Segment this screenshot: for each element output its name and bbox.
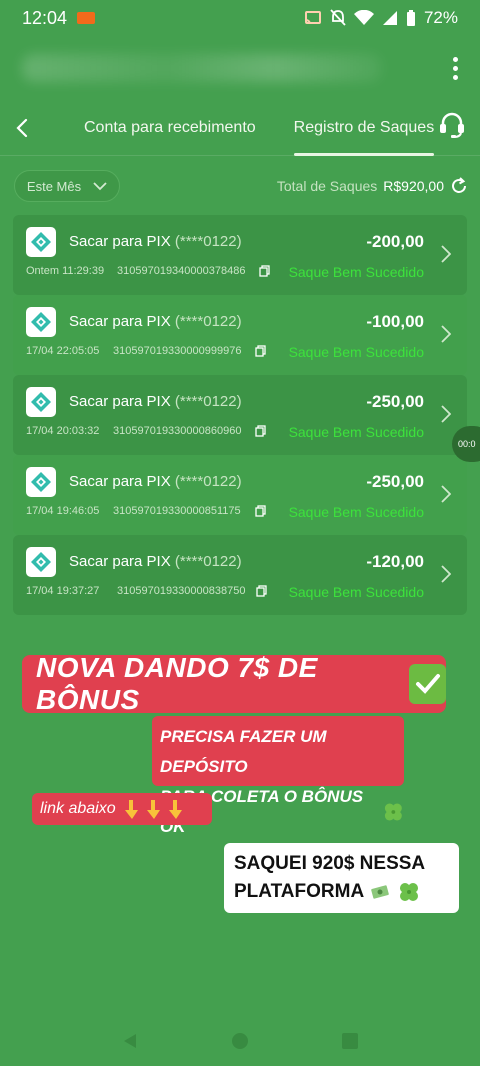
withdraw-caption: SAQUEI 920$ NESSA PLATAFORMA — [224, 843, 459, 913]
withdraw-caption-line2: PLATAFORMA — [234, 881, 365, 902]
withdrawal-title: Sacar para PIX (****0122) — [69, 393, 242, 410]
withdrawal-item[interactable]: Sacar para PIX (****0122) -200,00 Ontem … — [13, 215, 467, 295]
withdrawal-item[interactable]: Sacar para PIX (****0122) -100,00 17/04 … — [13, 295, 467, 375]
masked-account: (****0122) — [174, 313, 242, 330]
back-arrow-icon — [16, 118, 28, 137]
clover-icon — [385, 803, 403, 821]
more-menu-icon[interactable] — [453, 56, 458, 80]
chevron-right-icon — [441, 325, 451, 343]
chevron-right-icon — [441, 245, 451, 263]
masked-account: (****0122) — [174, 393, 242, 410]
withdrawal-amount: -250,00 — [366, 472, 424, 491]
withdrawal-status: Saque Bem Sucedido — [288, 344, 424, 360]
chevron-right-icon — [441, 565, 451, 583]
copy-icon[interactable] — [255, 425, 266, 437]
cast-icon — [304, 11, 321, 25]
pix-icon — [26, 227, 56, 257]
nav-back-icon[interactable] — [121, 1032, 139, 1050]
chevron-down-icon — [93, 181, 107, 190]
withdrawal-txid: 310597019330000999976 — [113, 345, 242, 357]
total-label: Total de Saques — [276, 178, 378, 194]
withdrawal-status: Saque Bem Sucedido — [288, 264, 424, 280]
status-bar: 12:04 72% — [0, 0, 480, 36]
copy-icon[interactable] — [256, 585, 267, 597]
withdrawal-txid: 310597019340000378486 — [117, 265, 246, 277]
withdrawal-title: Sacar para PIX (****0122) — [69, 233, 242, 250]
withdrawal-list: Sacar para PIX (****0122) -200,00 Ontem … — [13, 215, 467, 615]
withdrawal-amount: -100,00 — [366, 312, 424, 331]
pix-icon — [26, 307, 56, 337]
masked-account: (****0122) — [174, 553, 242, 570]
copy-icon[interactable] — [255, 345, 266, 357]
withdrawal-item[interactable]: Sacar para PIX (****0122) -250,00 17/04 … — [13, 375, 467, 455]
withdrawal-date: 17/04 22:05:05 — [26, 345, 100, 357]
pix-icon — [26, 467, 56, 497]
signal-icon — [382, 11, 397, 25]
nav-recents-icon[interactable] — [341, 1032, 359, 1050]
withdrawal-amount: -250,00 — [366, 392, 424, 411]
withdrawal-txid: 310597019330000838750 — [117, 585, 246, 597]
blurred-header-content — [22, 54, 382, 82]
copy-icon[interactable] — [255, 505, 266, 517]
withdrawal-amount: -120,00 — [366, 552, 424, 571]
screen-record-icon — [77, 12, 96, 24]
total-amount: R$920,00 — [383, 178, 444, 194]
pix-icon — [26, 547, 56, 577]
support-button[interactable] — [438, 111, 466, 144]
bonus-banner: NOVA DANDO 7$ DE BÔNUS — [22, 652, 446, 715]
battery-percent: 72% — [423, 8, 458, 27]
tab-registro-saques[interactable]: Registro de Saques — [293, 100, 434, 156]
withdrawal-status: Saque Bem Sucedido — [288, 584, 424, 600]
status-time: 12:04 — [22, 7, 68, 28]
total-withdrawals: Total de Saques R$920,00 — [277, 177, 468, 195]
floating-timer[interactable]: 00:0 — [452, 426, 480, 462]
top-navigation: Conta para recebimento Registro de Saque… — [0, 100, 480, 156]
withdrawal-item[interactable]: Sacar para PIX (****0122) -120,00 17/04 … — [13, 535, 467, 615]
deposit-caption-line1: PRECISA FAZER UM DEPÓSITO — [160, 727, 327, 776]
clover-icon — [400, 883, 419, 901]
money-icon — [371, 885, 389, 899]
withdrawal-date: 17/04 20:03:32 — [26, 425, 100, 437]
check-icon — [409, 664, 446, 704]
copy-icon[interactable] — [259, 265, 270, 277]
battery-icon — [406, 9, 415, 26]
tab-conta-recebimento[interactable]: Conta para recebimento — [84, 100, 256, 156]
withdrawal-date: 17/04 19:46:05 — [26, 505, 100, 517]
status-icons: 72% — [304, 8, 458, 28]
month-dropdown[interactable]: Este Mês — [14, 170, 120, 202]
mute-bell-icon — [330, 9, 346, 26]
month-dropdown-label: Este Mês — [26, 178, 82, 194]
app-header — [0, 36, 480, 100]
wifi-icon — [353, 10, 374, 25]
withdrawal-title: Sacar para PIX (****0122) — [69, 313, 242, 330]
withdrawal-txid: 310597019330000860960 — [113, 425, 242, 437]
link-caption-text: link abaixo — [40, 800, 116, 817]
masked-account: (****0122) — [174, 473, 242, 490]
withdrawal-txid: 310597019330000851175 — [113, 505, 241, 517]
withdrawal-item[interactable]: Sacar para PIX (****0122) -250,00 17/04 … — [13, 455, 467, 535]
pix-icon — [26, 387, 56, 417]
withdrawal-date: Ontem 11:29:39 — [26, 265, 105, 277]
withdrawal-title: Sacar para PIX (****0122) — [69, 553, 242, 570]
withdrawal-status: Saque Bem Sucedido — [288, 424, 424, 440]
withdraw-caption-line1: SAQUEI 920$ NESSA — [234, 853, 426, 874]
withdrawal-amount: -200,00 — [366, 232, 424, 251]
withdrawal-status: Saque Bem Sucedido — [288, 504, 424, 520]
headset-icon — [440, 112, 464, 138]
back-button[interactable] — [2, 100, 42, 156]
chevron-right-icon — [441, 405, 451, 423]
nav-home-icon[interactable] — [231, 1032, 249, 1050]
bonus-banner-text: NOVA DANDO 7$ DE BÔNUS — [36, 652, 318, 715]
system-navigation-bar — [0, 1016, 480, 1066]
refresh-icon[interactable] — [450, 177, 468, 195]
filter-row: Este Mês Total de Saques R$920,00 — [14, 170, 468, 202]
masked-account: (****0122) — [174, 233, 242, 250]
withdrawal-title: Sacar para PIX (****0122) — [69, 473, 242, 490]
chevron-right-icon — [441, 485, 451, 503]
pointing-down-icon — [122, 798, 186, 820]
deposit-caption: PRECISA FAZER UM DEPÓSITO PARA COLETA O … — [152, 716, 404, 836]
withdrawal-date: 17/04 19:37:27 — [26, 585, 100, 597]
withdraw-caption-line2-row: PLATAFORMA — [234, 878, 449, 906]
link-caption: link abaixo — [32, 793, 212, 825]
